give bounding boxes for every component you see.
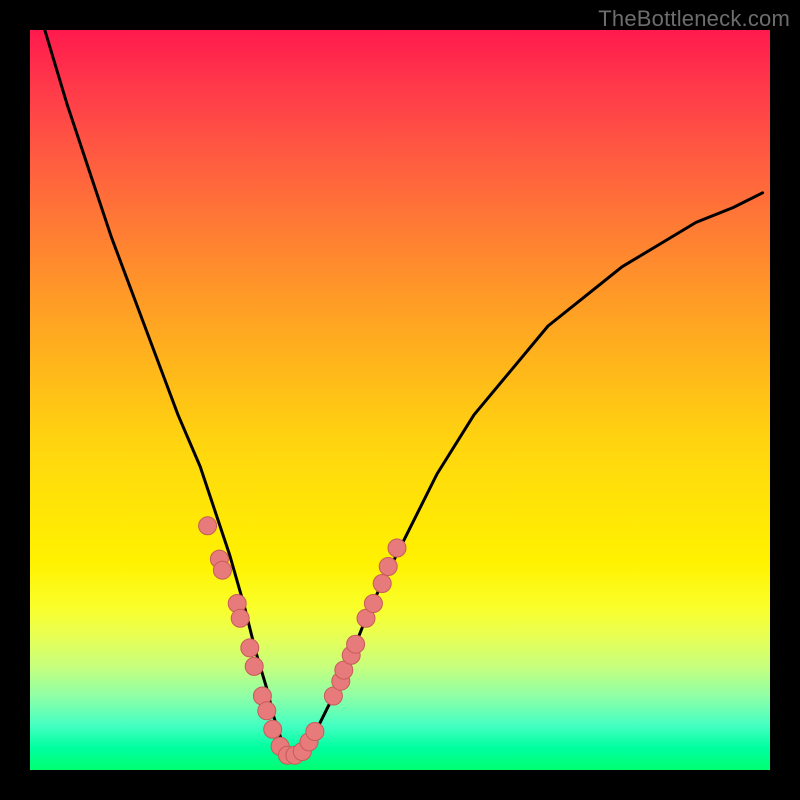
chart-frame: TheBottleneck.com xyxy=(0,0,800,800)
data-point xyxy=(245,657,263,675)
data-point xyxy=(379,558,397,576)
data-point xyxy=(258,702,276,720)
chart-svg xyxy=(30,30,770,770)
data-point xyxy=(373,575,391,593)
data-point xyxy=(388,539,406,557)
data-point xyxy=(231,609,249,627)
curve-line xyxy=(45,30,763,755)
data-point xyxy=(264,720,282,738)
data-point xyxy=(241,639,259,657)
data-point xyxy=(306,723,324,741)
data-point xyxy=(364,595,382,613)
data-point xyxy=(213,561,231,579)
chart-plot-area xyxy=(30,30,770,770)
data-point xyxy=(199,517,217,535)
watermark-text: TheBottleneck.com xyxy=(598,6,790,32)
data-point xyxy=(347,635,365,653)
